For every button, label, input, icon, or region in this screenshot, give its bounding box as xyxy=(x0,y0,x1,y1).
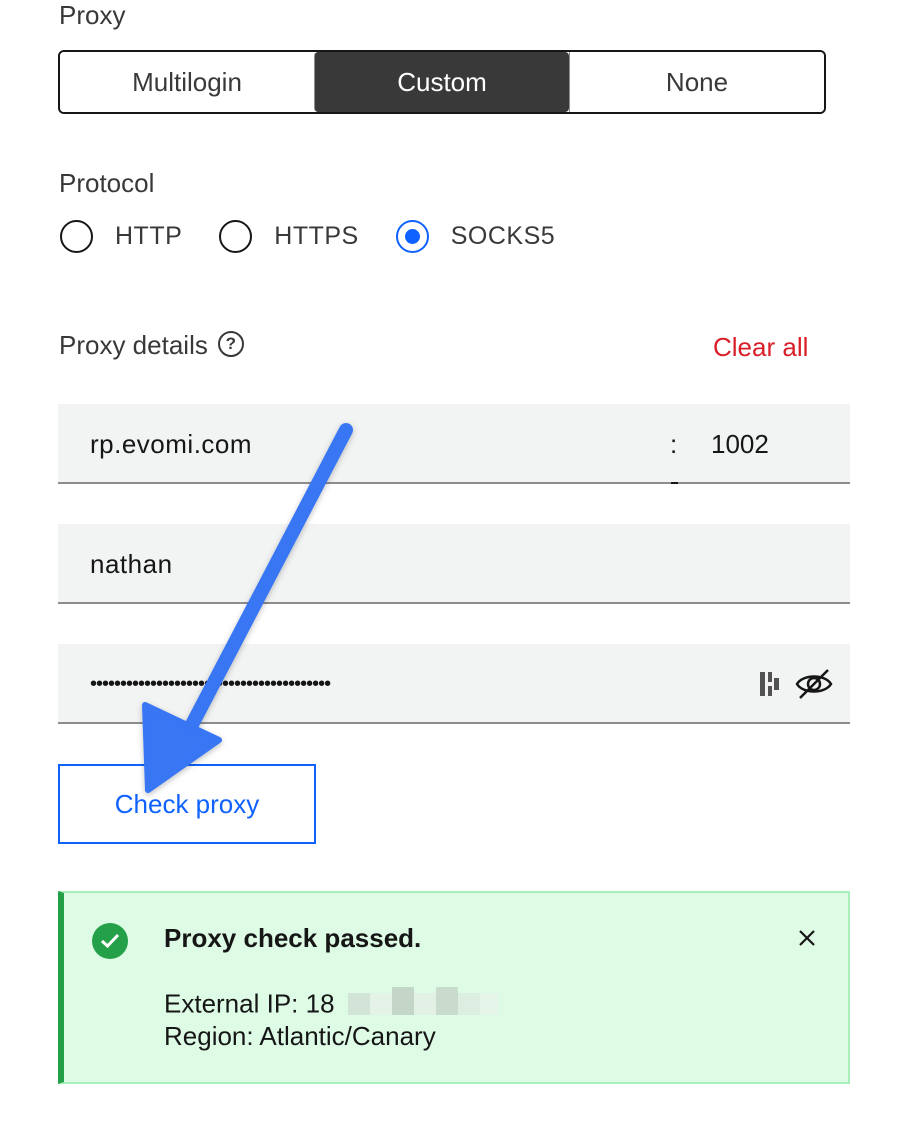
protocol-radio-socks5[interactable]: SOCKS5 xyxy=(395,220,556,253)
proxy-label: Proxy xyxy=(59,0,126,30)
proxy-option-none[interactable]: None xyxy=(569,52,824,112)
protocol-radio-group: HTTP HTTPS SOCKS5 xyxy=(60,220,592,253)
checkmark-circle-icon xyxy=(92,923,128,959)
question-circle-icon[interactable]: ? xyxy=(217,331,244,358)
radio-label-http: HTTP xyxy=(115,222,183,250)
proxy-details-label: Proxy details? xyxy=(59,330,244,361)
proxy-option-multilogin[interactable]: Multilogin xyxy=(60,52,314,112)
redacted-ip-blur xyxy=(347,987,498,1024)
port-input[interactable]: 1002 xyxy=(711,404,769,484)
host-input[interactable]: rp.evomi.com xyxy=(90,404,252,484)
username-input[interactable]: nathan xyxy=(90,524,173,604)
proxy-type-selector: Multilogin Custom None xyxy=(58,50,826,114)
region-line: Region: Atlantic/Canary xyxy=(164,1021,436,1051)
host-port-separator: : xyxy=(670,429,678,459)
notification-title: Proxy check passed. xyxy=(164,923,422,953)
close-icon[interactable] xyxy=(794,925,820,951)
protocol-radio-http[interactable]: HTTP xyxy=(60,220,182,253)
radio-label-https: HTTPS xyxy=(274,222,359,250)
host-port-field: rp.evomi.com : 1002 xyxy=(58,404,850,484)
external-ip-text: External IP: 18 xyxy=(164,988,335,1019)
radio-unchecked-icon xyxy=(219,220,253,253)
separator-cursor-mark xyxy=(671,482,678,484)
clear-all-link[interactable]: Clear all xyxy=(713,332,808,363)
protocol-radio-https[interactable]: HTTPS xyxy=(219,220,358,253)
proxy-details-text: Proxy details xyxy=(59,330,208,360)
password-field: •••••••••••••••••••••••••••••••••••••••• xyxy=(58,644,850,724)
radio-label-socks5: SOCKS5 xyxy=(450,222,556,250)
password-input[interactable]: •••••••••••••••••••••••••••••••••••••••• xyxy=(90,644,331,724)
username-field: nathan xyxy=(58,524,850,604)
radio-checked-icon xyxy=(395,220,429,253)
password-manager-icon[interactable] xyxy=(758,668,782,700)
proxy-option-custom[interactable]: Custom xyxy=(314,52,569,112)
external-ip-line: External IP: 18 xyxy=(164,987,498,1024)
eye-off-icon[interactable] xyxy=(794,664,834,704)
proxy-check-notification: Proxy check passed. External IP: 18 Regi… xyxy=(58,891,850,1084)
radio-unchecked-icon xyxy=(60,220,93,253)
check-proxy-button[interactable]: Check proxy xyxy=(58,764,316,844)
protocol-label: Protocol xyxy=(59,168,155,198)
